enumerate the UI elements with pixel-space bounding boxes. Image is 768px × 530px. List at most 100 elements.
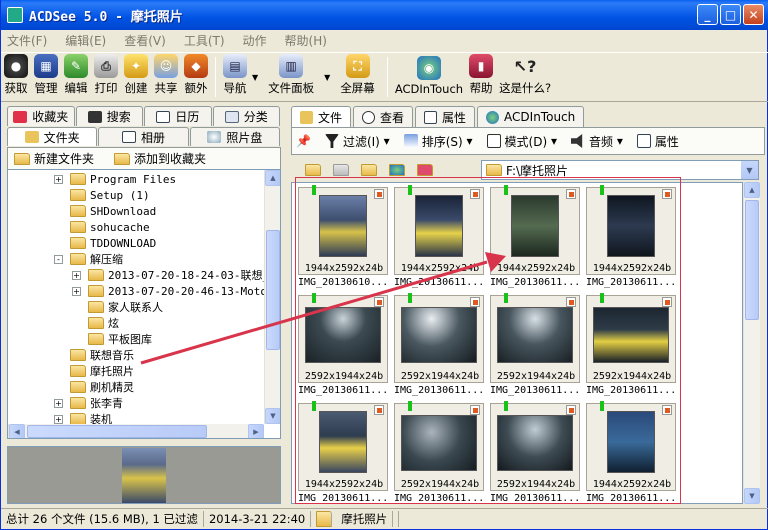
help-button[interactable]: ▮ 帮助 bbox=[466, 53, 496, 101]
back-icon[interactable] bbox=[333, 164, 349, 176]
sort-icon bbox=[403, 134, 418, 148]
scroll-thumb[interactable] bbox=[266, 230, 280, 350]
tree-item[interactable]: 刷机精灵 bbox=[70, 379, 134, 395]
binoculars-icon bbox=[87, 110, 102, 123]
folder-icon bbox=[88, 317, 104, 329]
tab-folders[interactable]: 文件夹 bbox=[7, 127, 98, 146]
print-button[interactable]: ⎙ 打印 bbox=[91, 53, 121, 101]
tree-item[interactable]: Program Files bbox=[70, 171, 176, 187]
wand-icon: ✦ bbox=[124, 54, 148, 78]
tree-item[interactable]: 解压缩 bbox=[70, 251, 123, 267]
navigate-icon: ▤ bbox=[223, 54, 247, 78]
new-folder-button[interactable]: 新建文件夹 bbox=[8, 150, 94, 167]
minimize-button[interactable]: _ bbox=[697, 4, 718, 25]
folder-icon bbox=[88, 301, 104, 313]
tree-item[interactable]: 2013-07-20-20-46-13-Motorc bbox=[88, 283, 280, 299]
address-dropdown-arrow[interactable]: ▼ bbox=[741, 161, 758, 179]
scroll-down-button[interactable]: ▼ bbox=[744, 488, 760, 504]
close-button[interactable]: ✕ bbox=[743, 4, 764, 25]
navigate-button[interactable]: ▤ 导航 bbox=[220, 53, 250, 101]
menu-help[interactable]: 帮助(H) bbox=[285, 32, 327, 49]
scroll-up-button[interactable]: ▲ bbox=[265, 170, 280, 186]
tree-item[interactable]: Setup (1) bbox=[70, 187, 150, 203]
manage-button[interactable]: ▦ 管理 bbox=[31, 53, 61, 101]
menu-actions[interactable]: 动作 bbox=[243, 32, 267, 49]
right-tabs: 文件 查看 属性 ACDInTouch bbox=[291, 106, 765, 128]
refresh-icon[interactable] bbox=[389, 164, 405, 176]
share-icon: ☺ bbox=[154, 54, 178, 78]
tree-vertical-scrollbar[interactable]: ▲ ▼ bbox=[264, 170, 280, 424]
folder-actions-bar: 新建文件夹 添加到收藏夹 bbox=[7, 147, 281, 169]
create-button[interactable]: ✦ 创建 bbox=[121, 53, 151, 101]
tab-search[interactable]: 搜索 bbox=[75, 106, 143, 126]
tab-favorites[interactable]: 收藏夹 bbox=[7, 106, 75, 126]
scroll-down-button[interactable]: ▼ bbox=[265, 408, 280, 424]
properties-button[interactable]: 属性 bbox=[636, 133, 679, 150]
up-folder-icon[interactable] bbox=[361, 164, 377, 176]
globe-icon: ◉ bbox=[416, 56, 441, 80]
tab-photo-discs[interactable]: 照片盘 bbox=[189, 127, 280, 146]
folder-up-icon[interactable] bbox=[305, 164, 321, 176]
expand-icon[interactable]: + bbox=[72, 271, 81, 280]
tree-horizontal-scrollbar[interactable]: ◀ ▶ bbox=[8, 424, 264, 438]
left-tabs-row1: 收藏夹 搜索 日历 分类 bbox=[7, 106, 281, 126]
tab-calendar[interactable]: 日历 bbox=[144, 106, 212, 126]
tab-view[interactable]: 查看 bbox=[353, 106, 414, 127]
tree-item[interactable]: TDDOWNLOAD bbox=[70, 235, 156, 251]
folder-icon bbox=[14, 152, 30, 165]
expand-icon[interactable]: + bbox=[54, 415, 63, 424]
title-bar: ACDSee 5.0 - 摩托照片 _ □ ✕ bbox=[1, 0, 768, 30]
filter-button[interactable]: 过滤(I) ▾ bbox=[324, 133, 390, 150]
menu-view[interactable]: 查看(V) bbox=[124, 32, 166, 49]
sort-button[interactable]: 排序(S) ▾ bbox=[403, 133, 473, 150]
tab-albums[interactable]: 相册 bbox=[98, 127, 189, 146]
tab-categories[interactable]: 分类 bbox=[212, 106, 280, 126]
file-panel-button[interactable]: ▥ 文件面板 bbox=[260, 53, 322, 101]
tree-item[interactable]: 炫 bbox=[88, 315, 119, 331]
folder-tree-icon bbox=[24, 131, 39, 143]
folder-icon bbox=[70, 253, 86, 265]
acquire-button[interactable]: ● 获取 bbox=[1, 53, 31, 101]
expand-icon[interactable]: + bbox=[72, 287, 81, 296]
tree-item[interactable]: 家人联系人 bbox=[88, 299, 163, 315]
scroll-thumb[interactable] bbox=[745, 200, 759, 320]
add-to-favorites-button[interactable]: 添加到收藏夹 bbox=[108, 150, 206, 167]
tab-acdintouch[interactable]: ACDInTouch bbox=[477, 106, 585, 127]
collapse-icon[interactable]: - bbox=[54, 255, 63, 264]
mode-button[interactable]: 模式(D) ▾ bbox=[486, 133, 557, 150]
tree-item[interactable]: 摩托照片 bbox=[70, 363, 134, 379]
edit-button[interactable]: ✎ 编辑 bbox=[61, 53, 91, 101]
heart-icon bbox=[13, 110, 28, 123]
folder-icon bbox=[486, 164, 502, 176]
navigate-dropdown-arrow[interactable]: ▼ bbox=[252, 73, 258, 82]
maximize-button[interactable]: □ bbox=[720, 4, 741, 25]
calendar-icon bbox=[156, 110, 171, 123]
menu-edit[interactable]: 编辑(E) bbox=[65, 32, 106, 49]
share-button[interactable]: ☺ 共享 bbox=[151, 53, 181, 101]
acdsee-window: ACDSee 5.0 - 摩托照片 _ □ ✕ 文件(F) 编辑(E) 查看(V… bbox=[0, 0, 768, 530]
thumbnail-scrollbar[interactable]: ▲ ▼ bbox=[743, 182, 760, 504]
expand-icon[interactable]: + bbox=[54, 175, 63, 184]
menu-tools[interactable]: 工具(T) bbox=[184, 32, 225, 49]
scroll-thumb[interactable] bbox=[27, 425, 207, 438]
audio-button[interactable]: 音频 ▾ bbox=[570, 133, 623, 150]
acdintouch-button[interactable]: ◉ ACDInTouch bbox=[392, 53, 466, 101]
scroll-left-button[interactable]: ◀ bbox=[9, 424, 25, 438]
tab-properties[interactable]: 属性 bbox=[415, 106, 476, 127]
tree-item[interactable]: SHDownload bbox=[70, 203, 156, 219]
tree-item[interactable]: 平板图库 bbox=[88, 331, 152, 347]
scroll-up-button[interactable]: ▲ bbox=[744, 182, 760, 198]
scroll-right-button[interactable]: ▶ bbox=[248, 424, 264, 438]
tab-file[interactable]: 文件 bbox=[291, 106, 352, 128]
extras-button[interactable]: ◆ 额外 bbox=[181, 53, 211, 101]
menu-file[interactable]: 文件(F) bbox=[7, 32, 47, 49]
tree-item[interactable]: sohucache bbox=[70, 219, 150, 235]
tree-item[interactable]: 2013-07-20-18-24-03-联想_S bbox=[88, 267, 276, 283]
fullscreen-button[interactable]: ⛶ 全屏幕 bbox=[332, 53, 383, 101]
favorites-dropdown-icon[interactable] bbox=[417, 164, 433, 176]
tree-item[interactable]: 张李青 bbox=[70, 395, 123, 411]
file-panel-dropdown-arrow[interactable]: ▼ bbox=[324, 73, 330, 82]
tree-item[interactable]: 联想音乐 bbox=[70, 347, 134, 363]
whats-this-button[interactable]: ↖? 这是什么? bbox=[496, 53, 554, 101]
expand-icon[interactable]: + bbox=[54, 399, 63, 408]
